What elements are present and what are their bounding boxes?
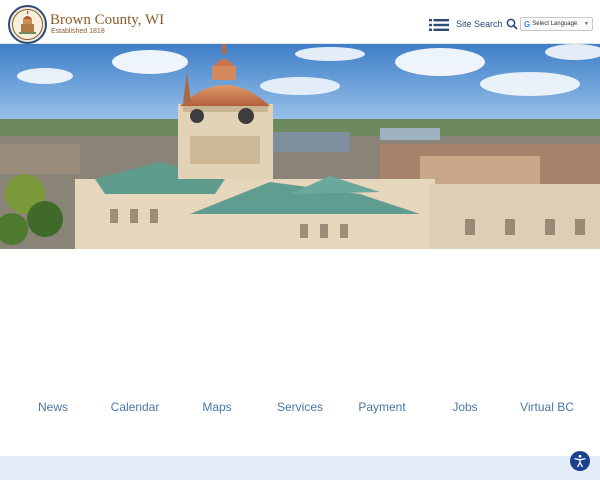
quicklink-news[interactable]: News [38, 400, 68, 414]
site-search-label: Site Search [456, 19, 503, 29]
site-header: Brown County, WI Established 1818 Site S… [0, 0, 600, 44]
quick-links-bar: News Calendar Maps Services Payment Jobs… [0, 400, 600, 420]
courthouse-seal-icon [12, 9, 43, 40]
site-established: Established 1818 [51, 28, 105, 35]
quicklink-calendar[interactable]: Calendar [111, 400, 160, 414]
county-seal-logo[interactable] [8, 5, 47, 44]
quicklink-virtual-bc[interactable]: Virtual BC [520, 400, 574, 414]
courthouse-aerial-photo [0, 44, 600, 249]
accessibility-button[interactable] [570, 451, 590, 471]
quicklink-jobs[interactable]: Jobs [452, 400, 477, 414]
page: Brown County, WI Established 1818 Site S… [0, 0, 600, 480]
language-label: Select Language [532, 21, 578, 27]
accessibility-icon [574, 454, 586, 468]
chevron-down-icon: ▼ [584, 21, 589, 27]
hero-courthouse-photo [0, 44, 600, 249]
magnifier-icon [506, 18, 518, 30]
quicklink-services[interactable]: Services [277, 400, 323, 414]
site-search-button[interactable]: Site Search [456, 18, 518, 30]
language-select[interactable]: G Select Language ▼ [520, 17, 593, 31]
quicklink-payment[interactable]: Payment [358, 400, 405, 414]
google-icon: G [524, 19, 531, 29]
hamburger-list-icon[interactable] [429, 19, 449, 31]
site-title[interactable]: Brown County, WI [50, 12, 164, 29]
quicklink-maps[interactable]: Maps [202, 400, 231, 414]
footer-strip [0, 456, 600, 480]
